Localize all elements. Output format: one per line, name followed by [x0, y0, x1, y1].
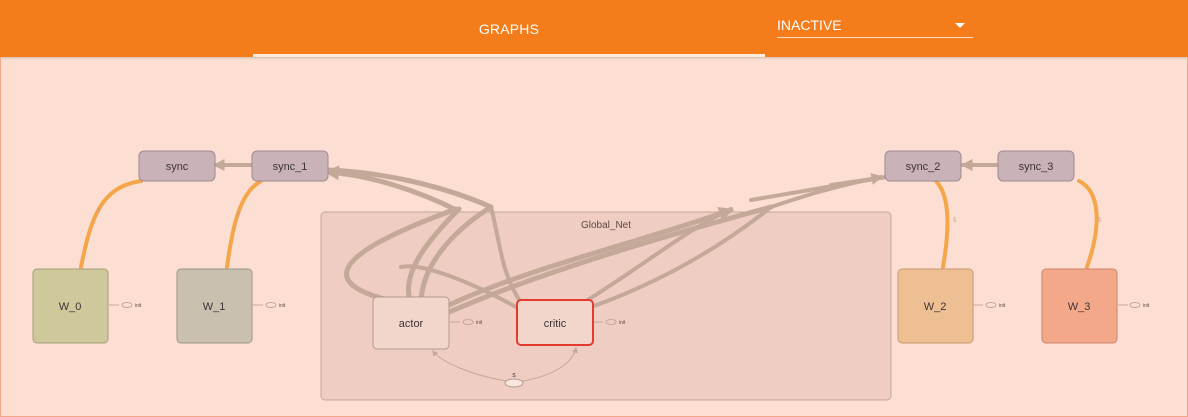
node-w-1[interactable]: W_1	[176, 268, 253, 344]
init-label-critic: init	[619, 320, 626, 326]
node-sync-3[interactable]: sync_3	[997, 150, 1075, 182]
svg-text:W_0: W_0	[59, 301, 82, 313]
node-w-2[interactable]: W_2	[897, 268, 974, 344]
top-bar: GRAPHS INACTIVE	[0, 0, 1188, 57]
svg-text:actor: actor	[399, 318, 424, 330]
edge-w3-sync3	[1077, 179, 1099, 269]
svg-text:sync: sync	[166, 161, 189, 173]
node-critic[interactable]: critic	[516, 299, 594, 346]
svg-text:init: init	[1097, 216, 1103, 223]
run-select-value: INACTIVE	[777, 17, 842, 33]
chevron-down-icon	[955, 23, 965, 28]
svg-text:sync_3: sync_3	[1019, 161, 1054, 173]
svg-text:sync_1: sync_1	[273, 161, 308, 173]
edge-w1-sync1	[225, 179, 263, 269]
svg-text:W_1: W_1	[203, 301, 226, 313]
node-sync[interactable]: sync	[138, 150, 216, 182]
node-sync-2[interactable]: sync_2	[884, 150, 962, 182]
init-label-actor: init	[476, 320, 483, 326]
svg-text:init: init	[952, 216, 958, 223]
tab-graphs[interactable]: GRAPHS	[253, 0, 765, 57]
svg-text:sync_2: sync_2	[906, 161, 941, 173]
global-net-label: Global_Net	[581, 220, 631, 231]
node-w-0[interactable]: W_0	[32, 268, 109, 344]
edge-w0-sync	[79, 179, 143, 269]
node-w-3[interactable]: W_3	[1041, 268, 1118, 344]
node-sync-1[interactable]: sync_1	[251, 150, 329, 182]
graph-canvas[interactable]: Global_Net init init init init init init…	[0, 57, 1188, 417]
init-label-w3: init	[1143, 303, 1150, 309]
svg-text:W_3: W_3	[1068, 301, 1091, 313]
init-label-w2: init	[999, 303, 1006, 309]
svg-text:critic: critic	[544, 318, 567, 330]
svg-text:s: s	[512, 372, 516, 379]
init-label-w1: init	[279, 303, 286, 309]
run-select-dropdown[interactable]: INACTIVE	[777, 14, 973, 38]
node-actor[interactable]: actor	[372, 296, 450, 350]
init-label-w0: init	[135, 303, 142, 309]
svg-text:W_2: W_2	[924, 301, 947, 313]
graph-svg[interactable]: Global_Net init init init init init init…	[1, 57, 1188, 417]
edge-w2-sync2	[934, 179, 950, 269]
